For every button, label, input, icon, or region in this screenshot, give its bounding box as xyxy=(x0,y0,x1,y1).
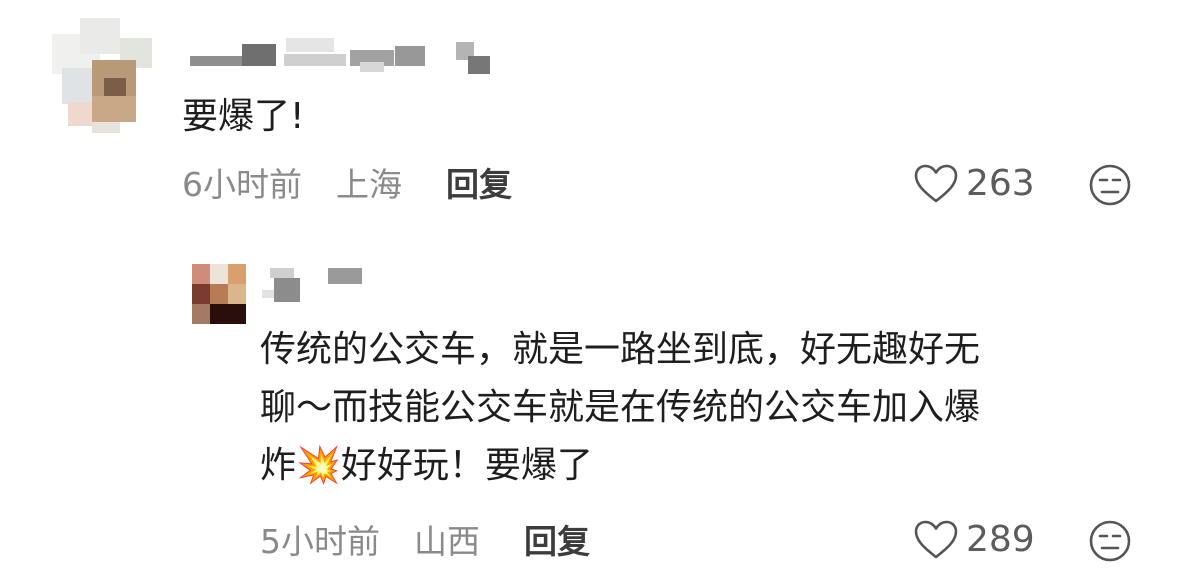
comment-text-line-3: 炸💥好好玩！要爆了 xyxy=(260,437,593,495)
meh-face-icon[interactable] xyxy=(1088,163,1132,207)
heart-outline-icon[interactable] xyxy=(914,520,958,560)
comment-text-line-2: 聊～而技能公交车就是在传统的公交车加入爆 xyxy=(260,387,981,428)
username[interactable] xyxy=(262,268,372,304)
avatar[interactable] xyxy=(52,18,152,133)
meh-face-icon[interactable] xyxy=(1088,519,1132,563)
comment-time: 5小时前 xyxy=(260,522,380,561)
text-segment: 炸 xyxy=(260,445,297,486)
comment-text-line-1: 传统的公交车，就是一路坐到底，好无趣好无 xyxy=(260,329,981,370)
comment-text: 要爆了! xyxy=(182,96,305,137)
heart-outline-icon[interactable] xyxy=(914,164,958,204)
explosion-emoji: 💥 xyxy=(296,445,341,486)
reply-button[interactable]: 回复 xyxy=(524,520,590,564)
reply-button[interactable]: 回复 xyxy=(446,163,512,207)
comment-location: 山西 xyxy=(414,522,480,561)
username[interactable] xyxy=(190,38,500,78)
avatar[interactable] xyxy=(192,264,248,324)
comment-time: 6小时前 xyxy=(182,165,302,204)
like-count: 263 xyxy=(966,163,1035,204)
comment-location: 上海 xyxy=(336,165,402,204)
text-segment: 好好玩！要爆了 xyxy=(340,445,593,486)
like-count: 289 xyxy=(966,519,1035,560)
